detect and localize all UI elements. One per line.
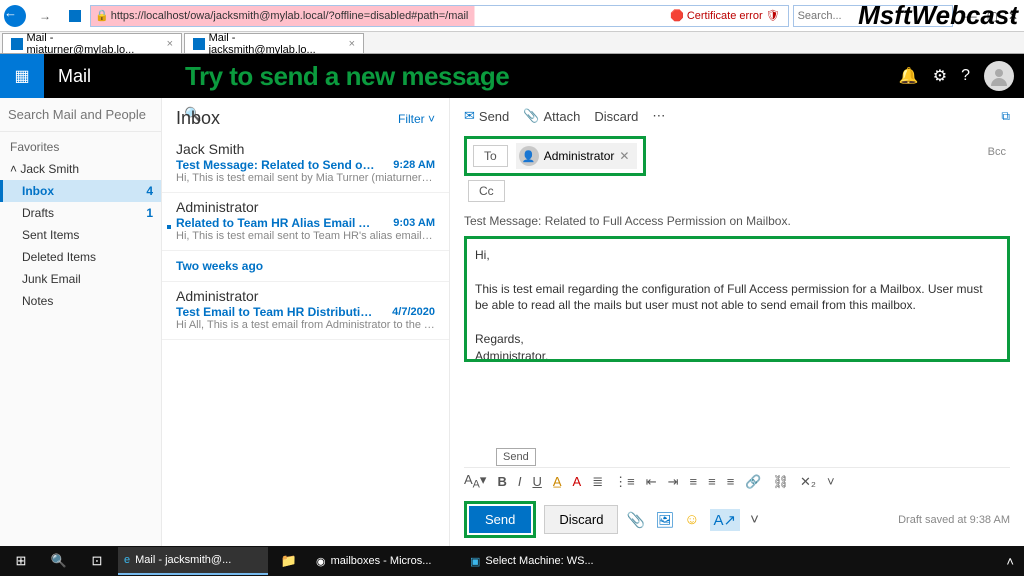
- user-avatar[interactable]: [984, 61, 1014, 91]
- discard-action[interactable]: Discard: [594, 109, 638, 124]
- popout-icon[interactable]: ⧉: [1001, 109, 1010, 124]
- settings-icon[interactable]: ⚙: [933, 66, 947, 86]
- compose-pane: ✉Send 📎Attach Discard ⋯ ⧉ To 👤 Administr…: [450, 98, 1024, 546]
- message-item[interactable]: AdministratorRelated to Team HR Alias Em…: [162, 193, 449, 251]
- font-picker[interactable]: AA▾: [464, 472, 486, 491]
- picture-icon[interactable]: 🖼: [655, 511, 674, 529]
- folder-pane: 🔍 Favorites ˄ Jack Smith Inbox4Drafts1Se…: [0, 98, 162, 546]
- subject-field[interactable]: Test Message: Related to Full Access Per…: [464, 212, 1010, 230]
- folder-notes[interactable]: Notes: [0, 290, 161, 312]
- folder-deleted-items[interactable]: Deleted Items: [0, 246, 161, 268]
- cc-button[interactable]: Cc: [468, 180, 505, 202]
- to-button[interactable]: To: [473, 145, 508, 167]
- folder-title: Inbox: [176, 108, 220, 129]
- font-color-icon[interactable]: A: [573, 474, 582, 489]
- outlook-app-icon: [62, 3, 88, 29]
- indent-icon[interactable]: ⇥: [668, 474, 679, 490]
- bullets-icon[interactable]: ≣: [592, 474, 603, 490]
- taskbar-explorer[interactable]: 📁: [272, 547, 306, 575]
- recipient-chip[interactable]: 👤 Administrator ✕: [516, 143, 638, 169]
- folder-sent-items[interactable]: Sent Items: [0, 224, 161, 246]
- suite-bar: ▦ Mail Try to send a new message 🔔 ⚙ ?: [0, 54, 1024, 98]
- address-bar[interactable]: 🔒 https://localhost/owa/jacksmith@mylab.…: [90, 5, 789, 27]
- help-icon[interactable]: ?: [961, 67, 970, 85]
- unlink-icon[interactable]: ⛓: [772, 474, 789, 490]
- bold-icon[interactable]: B: [497, 474, 506, 489]
- taskbar-chrome[interactable]: ◉mailboxes - Micros...: [310, 547, 460, 575]
- folder-inbox[interactable]: Inbox4: [0, 180, 161, 202]
- send-tooltip: Send: [496, 448, 536, 466]
- tab-mail-mia[interactable]: Mail - miaturner@mylab.lo...×: [2, 33, 182, 53]
- numbering-icon[interactable]: ⋮≡: [614, 474, 635, 490]
- align-right-icon[interactable]: ≡: [727, 474, 735, 489]
- date-separator: Two weeks ago: [162, 251, 449, 282]
- draft-status: Draft saved at 9:38 AM: [898, 514, 1010, 526]
- attachment-icon[interactable]: 📎: [626, 511, 645, 529]
- emoji-icon[interactable]: ☺: [684, 511, 699, 528]
- tab-mail-jack[interactable]: Mail - jacksmith@mylab.lo...×: [184, 33, 364, 53]
- message-item[interactable]: Jack SmithTest Message: Related to Send …: [162, 135, 449, 193]
- send-button[interactable]: Send: [469, 506, 531, 533]
- mailbox-user[interactable]: ˄ Jack Smith: [0, 158, 161, 180]
- system-tray[interactable]: ˄: [1006, 554, 1020, 569]
- taskbar-ie[interactable]: eMail - jacksmith@...: [118, 547, 268, 575]
- brand-overlay: MsftWebcast: [858, 0, 1018, 31]
- discard-button[interactable]: Discard: [544, 505, 618, 534]
- filter-dropdown[interactable]: Filter ˅: [398, 112, 435, 126]
- outlook-icon: [193, 38, 205, 50]
- more-format-icon[interactable]: ˅: [827, 474, 835, 489]
- folder-drafts[interactable]: Drafts1: [0, 202, 161, 224]
- send-button-highlighted: Send: [464, 501, 536, 538]
- favorites-header[interactable]: Favorites: [0, 132, 161, 158]
- link-icon[interactable]: 🔗: [745, 474, 761, 490]
- outdent-icon[interactable]: ⇤: [646, 474, 657, 490]
- notifications-icon[interactable]: 🔔: [899, 66, 919, 86]
- clear-format-icon[interactable]: ✕₂: [800, 474, 816, 490]
- signature-icon[interactable]: A↗: [710, 509, 741, 531]
- more-actions[interactable]: ⋯: [652, 108, 665, 124]
- outlook-icon: [11, 38, 23, 50]
- italic-icon[interactable]: I: [518, 474, 522, 489]
- message-list: Inbox Filter ˅ Jack SmithTest Message: R…: [162, 98, 450, 546]
- search-taskbar-icon[interactable]: 🔍: [42, 547, 76, 575]
- taskbar-vm[interactable]: ▣Select Machine: WS...: [464, 547, 614, 575]
- app-launcher[interactable]: ▦: [0, 54, 44, 98]
- annotation-overlay: Try to send a new message: [185, 61, 509, 92]
- back-button[interactable]: ←: [2, 3, 28, 29]
- browser-tabs: Mail - miaturner@mylab.lo...× Mail - jac…: [0, 32, 1024, 54]
- forward-button[interactable]: →: [32, 3, 58, 29]
- send-action[interactable]: ✉Send: [464, 108, 509, 124]
- person-icon: 👤: [519, 146, 539, 166]
- underline-icon[interactable]: U: [532, 474, 541, 489]
- message-body-highlighted[interactable]: Hi, This is test email regarding the con…: [464, 236, 1010, 362]
- url-text: https://localhost/owa/jacksmith@mylab.lo…: [111, 10, 469, 22]
- to-field-highlighted: To 👤 Administrator ✕: [464, 136, 646, 176]
- windows-taskbar: ⊞ 🔍 ⊡ eMail - jacksmith@... 📁 ◉mailboxes…: [0, 546, 1024, 576]
- bcc-toggle[interactable]: Bcc: [988, 146, 1006, 158]
- message-item[interactable]: AdministratorTest Email to Team HR Distr…: [162, 282, 449, 340]
- task-view-icon[interactable]: ⊡: [80, 547, 114, 575]
- app-name: Mail: [44, 66, 105, 87]
- format-toolbar: Send AA▾ B I U A̲ A ≣ ⋮≡ ⇤ ⇥ ≡ ≡ ≡ 🔗 ⛓ ✕…: [464, 467, 1010, 495]
- align-left-icon[interactable]: ≡: [690, 474, 698, 489]
- certificate-error[interactable]: 🛑 Certificate error 🛡: [666, 9, 783, 22]
- search-input[interactable]: [8, 107, 184, 122]
- remove-recipient-icon[interactable]: ✕: [619, 149, 629, 163]
- highlight-icon[interactable]: A̲: [553, 474, 562, 489]
- attach-action[interactable]: 📎Attach: [523, 108, 580, 124]
- start-button[interactable]: ⊞: [4, 547, 38, 575]
- align-center-icon[interactable]: ≡: [708, 474, 716, 489]
- folder-junk-email[interactable]: Junk Email: [0, 268, 161, 290]
- chevron-down-icon[interactable]: ˅: [750, 511, 759, 528]
